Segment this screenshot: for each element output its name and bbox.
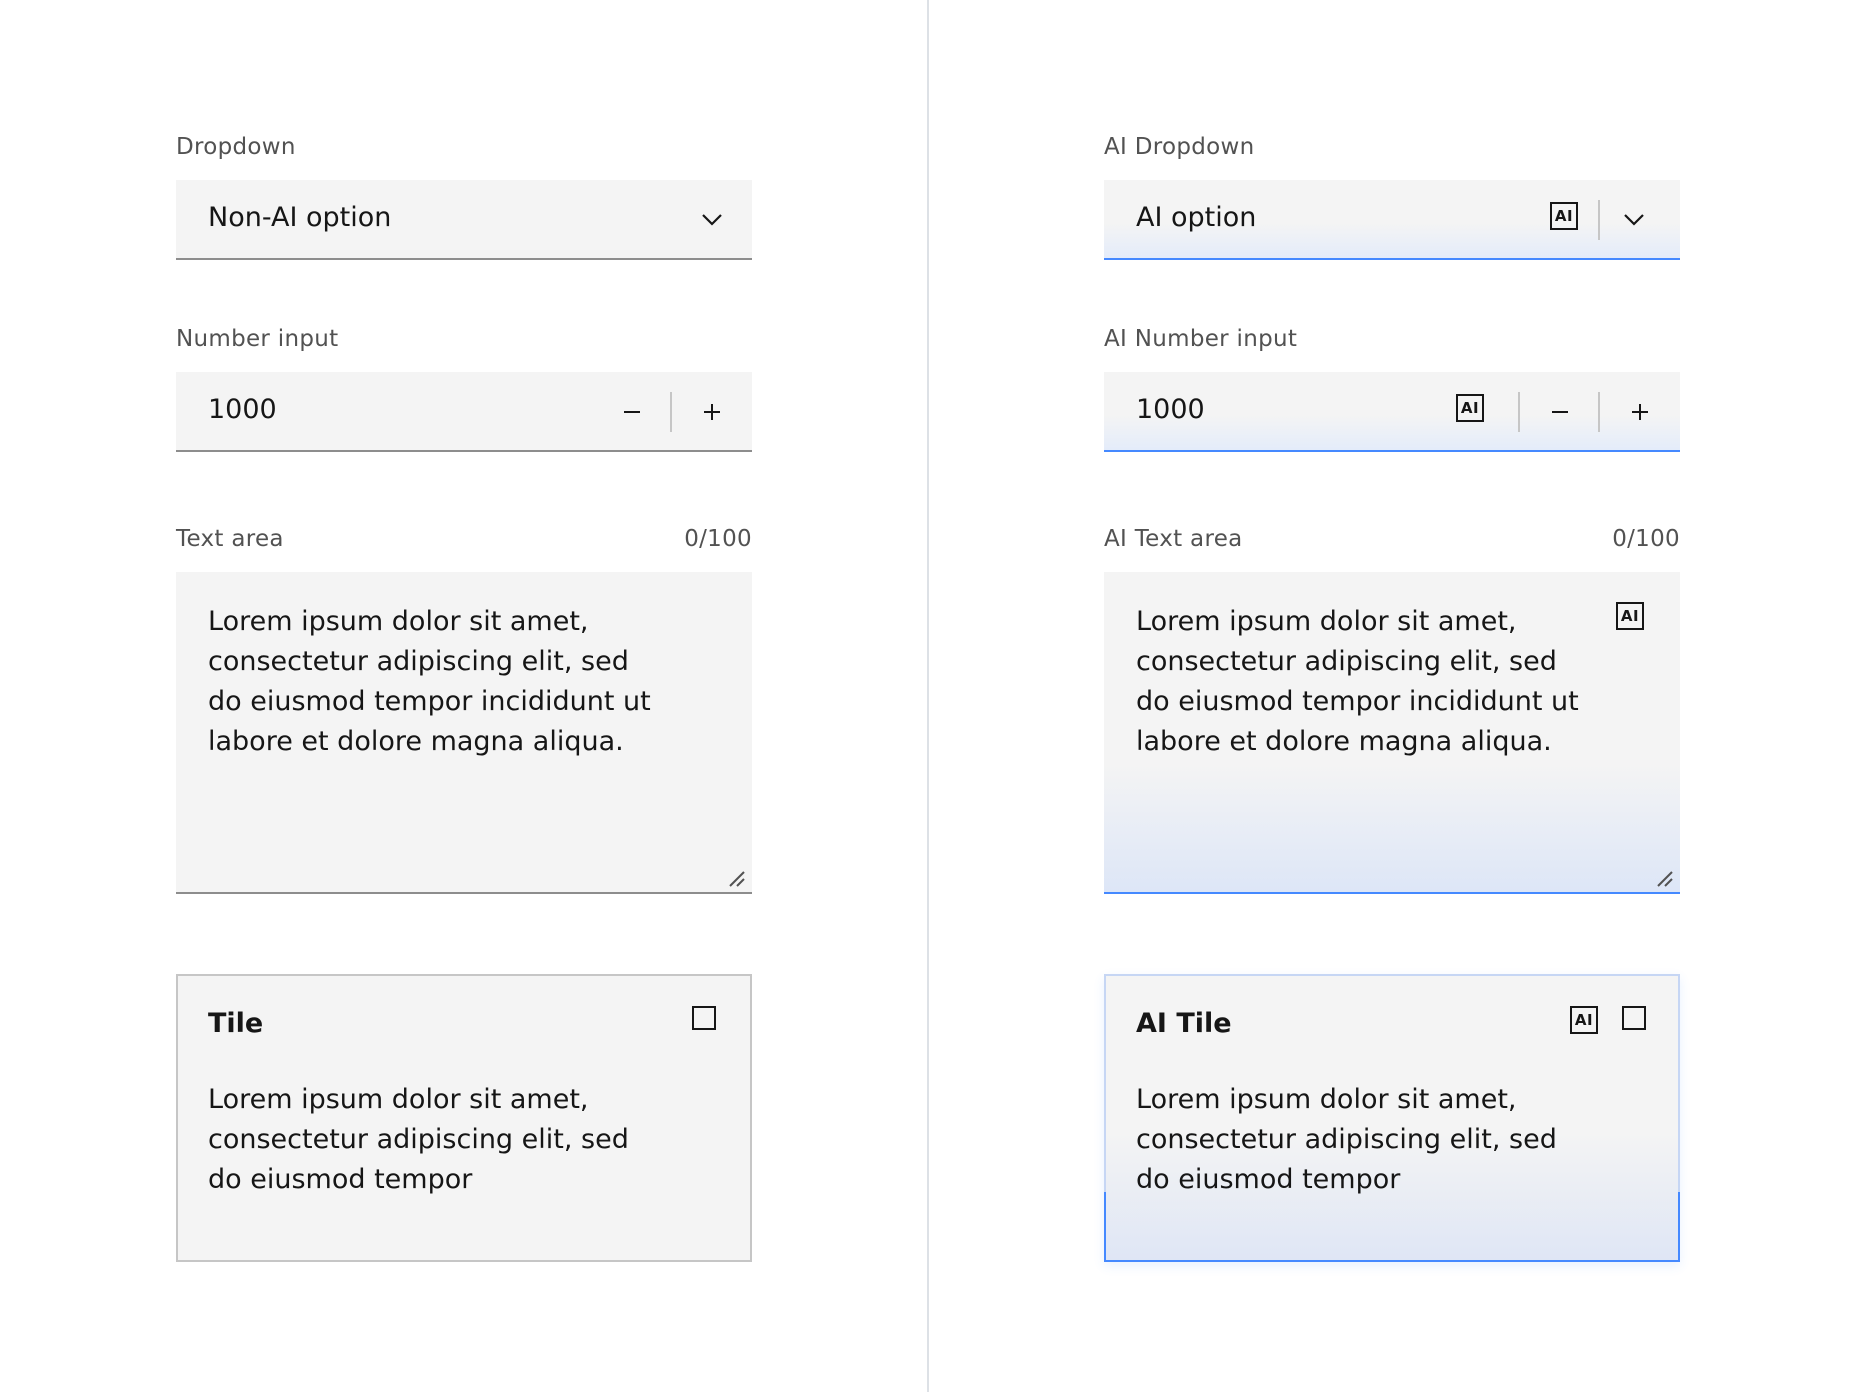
text-area-value[interactable]: Lorem ipsum dolor sit amet, consectetur … [208,602,668,762]
chevron-down-icon[interactable] [700,208,724,232]
ai-number-input[interactable]: 1000 AI [1104,372,1680,452]
resize-handle-icon[interactable] [1654,868,1674,888]
ai-dropdown-selected-value: AI option [1136,202,1257,233]
ai-label-icon[interactable]: AI [1550,202,1578,230]
ai-tile-checkbox[interactable] [1622,1006,1646,1030]
ai-text-area-label: AI Text area [1104,526,1243,552]
minus-icon[interactable] [612,392,652,432]
ai-dropdown-label: AI Dropdown [1104,134,1255,160]
ai-label-icon[interactable]: AI [1456,394,1484,422]
chevron-down-icon[interactable] [1622,208,1646,232]
number-input-value[interactable]: 1000 [208,394,277,425]
ai-number-separator-2 [1598,392,1600,432]
text-area-label: Text area [176,526,284,552]
ai-number-input-label: AI Number input [1104,326,1298,352]
ai-label-icon[interactable]: AI [1570,1006,1598,1034]
number-input-label: Number input [176,326,339,352]
dropdown[interactable]: Non-AI option [176,180,752,260]
plus-icon[interactable] [1620,392,1660,432]
ai-tile-body: Lorem ipsum dolor sit amet, consectetur … [1136,1084,1557,1195]
tile-checkbox[interactable] [692,1006,716,1030]
ai-dropdown-separator [1598,200,1600,240]
text-area-counter: 0/100 [684,526,752,552]
minus-icon[interactable] [1540,392,1580,432]
ai-tile[interactable]: AI Tile AI Lorem ipsum dolor sit amet, c… [1104,974,1680,1262]
plus-icon[interactable] [692,392,732,432]
resize-handle-icon[interactable] [726,868,746,888]
ai-text-area-counter: 0/100 [1612,526,1680,552]
text-area[interactable]: Lorem ipsum dolor sit amet, consectetur … [176,572,752,894]
ai-number-separator-1 [1518,392,1520,432]
tile[interactable]: Tile Lorem ipsum dolor sit amet, consect… [176,974,752,1262]
ai-dropdown[interactable]: AI option AI [1104,180,1680,260]
tile-body: Lorem ipsum dolor sit amet, consectetur … [208,1084,629,1195]
tile-title: Tile [208,1008,264,1039]
column-divider [927,0,929,1392]
ai-text-area-value[interactable]: Lorem ipsum dolor sit amet, consectetur … [1136,602,1596,762]
stepper-separator [670,392,672,432]
dropdown-selected-value: Non-AI option [208,202,392,233]
ai-number-input-value[interactable]: 1000 [1136,394,1205,425]
ai-text-area[interactable]: Lorem ipsum dolor sit amet, consectetur … [1104,572,1680,894]
ai-tile-title: AI Tile [1136,1008,1232,1039]
ai-label-icon[interactable]: AI [1616,602,1644,630]
dropdown-label: Dropdown [176,134,296,160]
number-input[interactable]: 1000 [176,372,752,452]
